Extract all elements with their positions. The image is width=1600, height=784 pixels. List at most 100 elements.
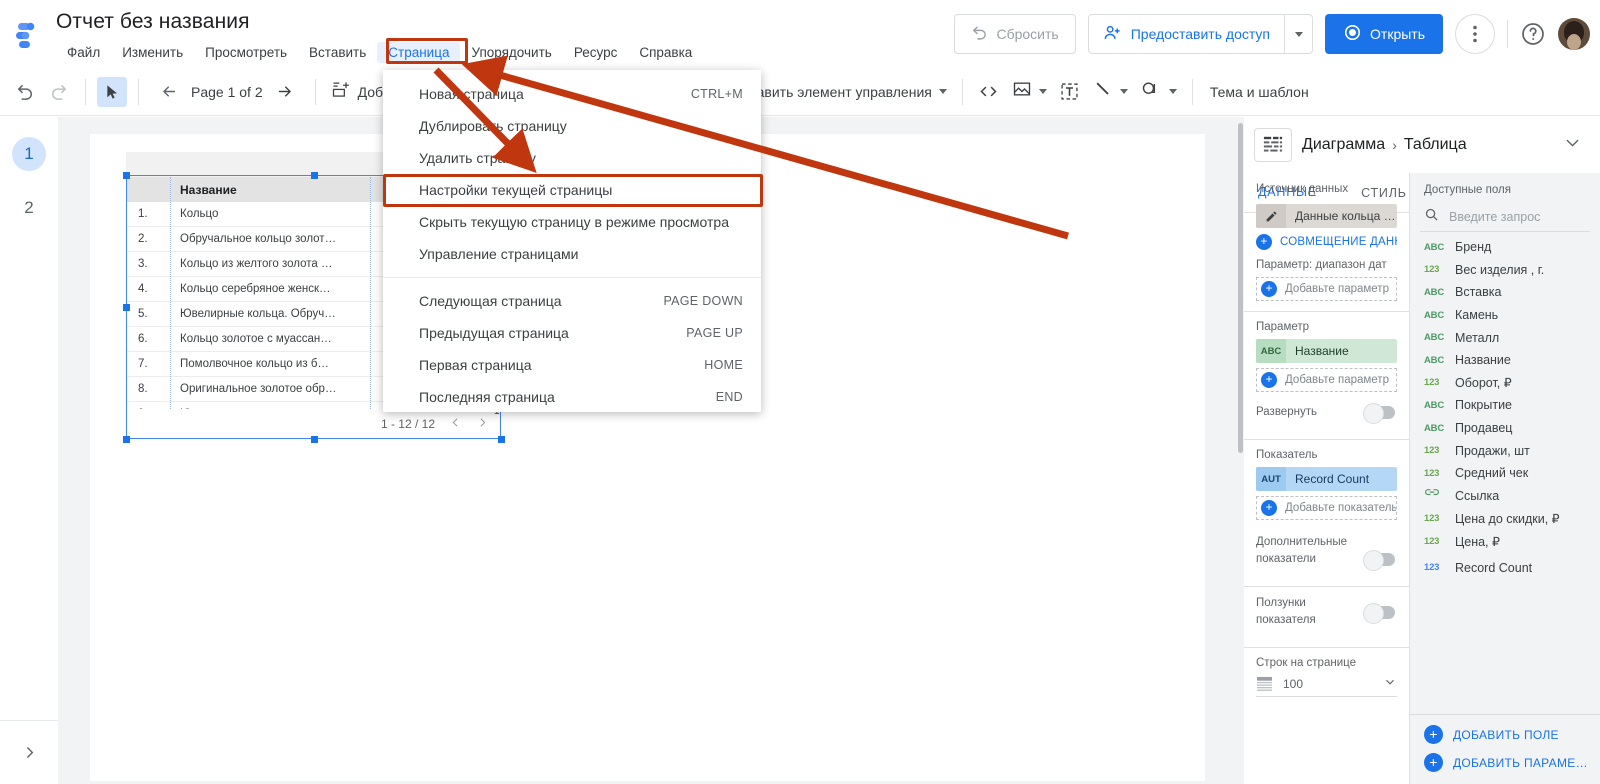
table-chart-icon[interactable] [1254, 128, 1292, 162]
field-item[interactable]: 123 Вес изделия , г. [1410, 259, 1600, 282]
field-item[interactable]: 123 Оборот, ₽ [1410, 372, 1600, 395]
metric-chip[interactable]: AUT Record Count [1256, 467, 1397, 491]
field-name: Оборот, ₽ [1455, 376, 1512, 391]
expand-toggle[interactable] [1363, 403, 1395, 424]
collapse-panel-button[interactable] [1563, 133, 1582, 157]
menu-item-current-page-settings[interactable]: Настройки текущей страницы [383, 174, 761, 206]
shape-button[interactable] [1136, 79, 1181, 104]
data-source-chip[interactable]: Данные кольца … [1256, 204, 1397, 228]
expand-toggle-row: Развернуть [1244, 396, 1409, 429]
field-search-box[interactable]: Введите запрос [1420, 202, 1590, 232]
embed-code-button[interactable] [974, 77, 1004, 107]
menu-help[interactable]: Справка [628, 42, 703, 63]
add-dimension[interactable]: + Добавьте параметр [1256, 368, 1397, 392]
previous-page-button[interactable] [154, 77, 184, 107]
field-type-badge: 123 [1424, 562, 1440, 574]
add-control-button[interactable]: Добавить элемент управления [728, 84, 951, 100]
user-avatar[interactable] [1558, 18, 1590, 50]
field-item[interactable]: ABC Камень [1410, 304, 1600, 327]
rows-per-page-caret[interactable] [1383, 675, 1397, 692]
row-name: Кольцо [180, 208, 219, 220]
dimension-chip[interactable]: ABC Название [1256, 339, 1397, 363]
field-name: Название [1455, 353, 1511, 368]
rows-per-page-field[interactable]: 100 [1256, 675, 1397, 697]
field-item[interactable]: ABC Вставка [1410, 281, 1600, 304]
fields-panel-footer: + ДОБАВИТЬ ПОЛЕ + ДОБАВИТЬ ПАРАМЕ… [1410, 714, 1600, 784]
page-thumb-2[interactable]: 2 [12, 191, 46, 225]
table-col-name: Название [180, 182, 237, 197]
more-options-button[interactable] [1455, 14, 1495, 54]
field-item[interactable]: ABC Бренд [1410, 236, 1600, 259]
breadcrumb-root[interactable]: Диаграмма [1302, 136, 1385, 154]
pagination-next[interactable] [476, 416, 489, 432]
menu-page[interactable]: Страница [377, 41, 461, 63]
row-index: 5. [138, 308, 148, 320]
chevron-down-icon [1119, 89, 1128, 94]
chevron-down-icon [938, 89, 947, 94]
menu-item-last-page[interactable]: Последняя страница END [383, 381, 761, 413]
pagination-prev[interactable] [449, 416, 462, 432]
page-thumb-1[interactable]: 1 [12, 137, 46, 171]
metric-sliders-toggle[interactable] [1363, 602, 1395, 624]
field-item[interactable]: ABC Название [1410, 349, 1600, 372]
menu-resource[interactable]: Ресурс [563, 42, 629, 63]
breadcrumb-leaf[interactable]: Таблица [1404, 136, 1467, 154]
panel-scrollbar-track[interactable] [1236, 117, 1244, 784]
field-item[interactable]: 123 Продажи, шт [1410, 439, 1600, 462]
share-button[interactable]: Предоставить доступ [1088, 15, 1285, 53]
blend-data-link[interactable]: + СОВМЕЩЕНИЕ ДАНН ? [1256, 234, 1397, 250]
view-button[interactable]: Открыть [1325, 14, 1443, 54]
line-button[interactable] [1089, 79, 1132, 104]
add-field-button[interactable]: + ДОБАВИТЬ ПОЛЕ [1424, 725, 1600, 744]
field-item[interactable]: ABC Металл [1410, 326, 1600, 349]
add-date-range-param[interactable]: + Добавьте параметр [1256, 277, 1397, 301]
menu-item-next-page[interactable]: Следующая страница PAGE DOWN [383, 285, 761, 317]
image-button[interactable] [1008, 79, 1051, 104]
menu-arrange[interactable]: Упорядочить [460, 42, 562, 63]
menu-insert[interactable]: Вставить [298, 42, 377, 63]
dimension-name: Название [1295, 344, 1349, 358]
menu-item-delete-page[interactable]: Удалить страницу [383, 142, 761, 174]
field-item[interactable]: ABC Покрытие [1410, 394, 1600, 417]
add-parameter-button[interactable]: + ДОБАВИТЬ ПАРАМЕ… [1424, 753, 1600, 772]
field-item[interactable]: 123 Средний чек [1410, 462, 1600, 485]
next-page-button[interactable] [270, 77, 300, 107]
redo-button[interactable] [44, 77, 74, 107]
page-menu-dropdown[interactable]: Новая страница CTRL+M Дублировать страни… [383, 70, 761, 412]
panel-scrollbar-thumb[interactable] [1238, 123, 1243, 453]
field-item[interactable]: 123 Цена, ₽ [1410, 530, 1600, 553]
optional-metrics-label-1: Дополнительные [1256, 536, 1348, 548]
menu-view[interactable]: Просмотреть [194, 42, 298, 63]
field-item[interactable]: ABC Продавец [1410, 417, 1600, 440]
add-metric[interactable]: + Добавьте показатель [1256, 496, 1397, 520]
text-box-button[interactable] [1055, 77, 1085, 107]
reset-button[interactable]: Сбросить [954, 14, 1076, 54]
help-button[interactable] [1520, 21, 1546, 47]
field-item[interactable]: 123 Цена до скидки, ₽ [1410, 507, 1600, 530]
menu-edit[interactable]: Изменить [111, 42, 194, 63]
document-title[interactable]: Отчет без названия [56, 10, 250, 34]
theme-template-button[interactable]: Тема и шаблон [1210, 84, 1309, 100]
field-item[interactable]: 123 Record Count [1410, 556, 1600, 579]
date-range-label: Параметр: диапазон дат [1256, 259, 1387, 271]
menu-item-duplicate-page[interactable]: Дублировать страницу [383, 110, 761, 142]
menu-item-new-page[interactable]: Новая страница CTRL+M [383, 78, 761, 110]
share-button-group: Предоставить доступ [1087, 14, 1314, 54]
menu-item-previous-page[interactable]: Предыдущая страница PAGE UP [383, 317, 761, 349]
field-item[interactable]: Ссылка [1410, 485, 1600, 508]
expand-rail-button[interactable] [0, 720, 58, 784]
optional-metrics-toggle[interactable] [1363, 550, 1395, 571]
add-date-range-label: Добавьте параметр [1285, 283, 1389, 295]
select-tool-button[interactable] [97, 76, 127, 107]
undo-button[interactable] [10, 77, 40, 107]
menu-item-manage-pages[interactable]: Управление страницами [383, 238, 761, 270]
field-name: Камень [1455, 308, 1499, 323]
menu-item-hide-page-in-view-mode[interactable]: Скрыть текущую страницу в режиме просмот… [383, 206, 761, 238]
menu-item-shortcut: PAGE UP [686, 326, 743, 340]
add-metric-label: Добавьте показатель [1285, 502, 1397, 514]
menu-item-first-page[interactable]: Первая страница HOME [383, 349, 761, 381]
undo-arrow-icon [971, 24, 988, 44]
available-fields-column: Доступные поля Введите запрос ABC Бренд 1… [1410, 173, 1600, 784]
menu-file[interactable]: Файл [56, 42, 111, 63]
share-dropdown-caret[interactable] [1284, 15, 1312, 53]
